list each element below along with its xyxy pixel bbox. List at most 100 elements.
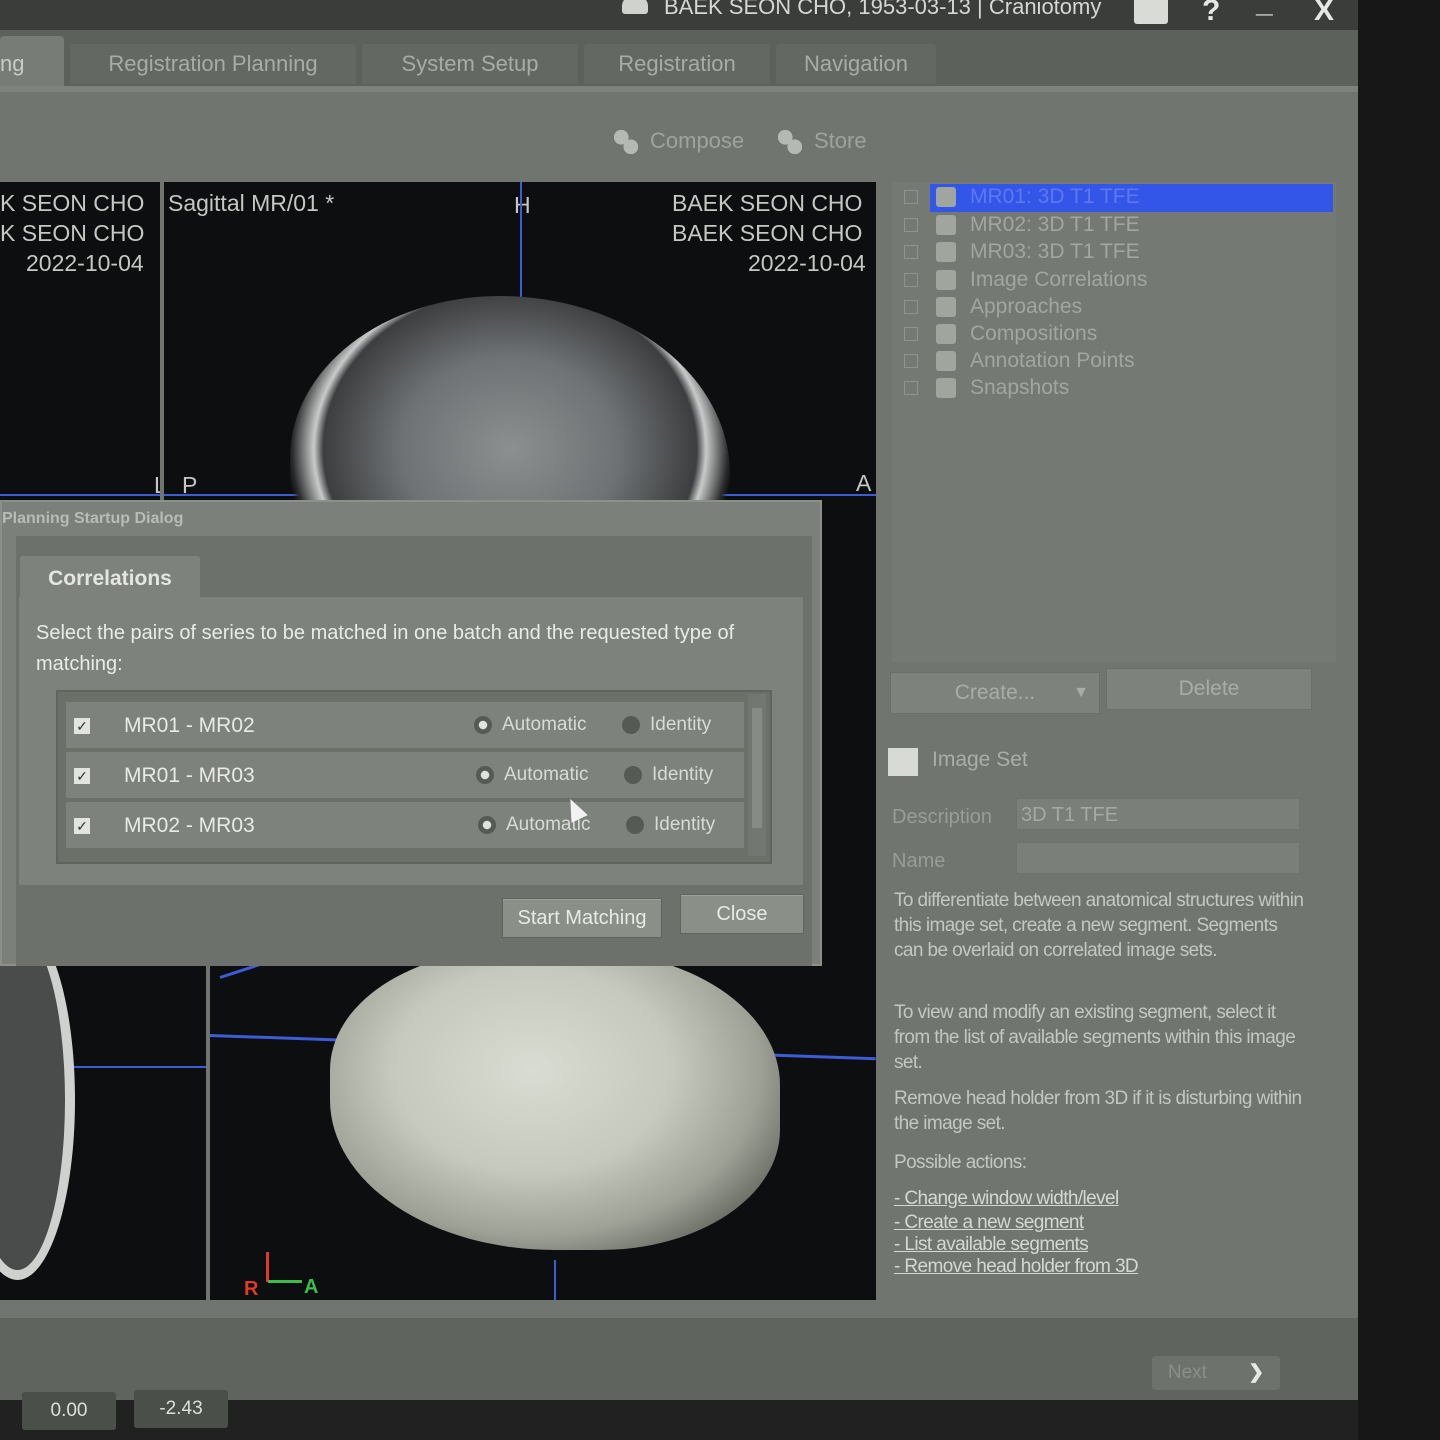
identity-radio[interactable] xyxy=(626,816,644,834)
pair-label: MR01 - MR03 xyxy=(124,764,255,787)
tree-item-mr03[interactable]: MR03: 3D T1 TFE xyxy=(892,239,1336,265)
tree-item-mr02[interactable]: MR02: 3D T1 TFE xyxy=(892,212,1336,238)
help-button[interactable]: ? xyxy=(1202,0,1220,28)
action-link-new-segment[interactable]: - Create a new segment xyxy=(894,1212,1084,1234)
data-tree: MR01: 3D T1 TFE MR02: 3D T1 TFE MR03: 3D… xyxy=(892,182,1336,662)
expand-icon[interactable] xyxy=(904,218,918,232)
expand-icon[interactable] xyxy=(904,327,918,341)
identity-radio[interactable] xyxy=(624,766,642,784)
annotation-icon xyxy=(936,351,956,371)
tree-item-snapshots[interactable]: Snapshots xyxy=(892,375,1336,401)
vp-left-patient-name-2: K SEON CHO xyxy=(0,220,145,246)
close-window-button[interactable]: X xyxy=(1314,0,1334,28)
lock-icon[interactable] xyxy=(1134,0,1168,24)
sagittal-orient-top: H xyxy=(514,192,531,218)
action-link-remove-head-holder[interactable]: - Remove head holder from 3D xyxy=(894,1256,1139,1278)
delete-button[interactable]: Delete xyxy=(1106,668,1312,710)
pair-checkbox[interactable]: ✓ xyxy=(74,718,90,734)
tab-underline xyxy=(0,86,1358,92)
start-matching-button[interactable]: Start Matching xyxy=(502,898,662,938)
mr-series-icon xyxy=(936,215,956,235)
store-button[interactable]: Store xyxy=(778,128,867,155)
automatic-radio[interactable] xyxy=(478,816,496,834)
scroll-thumb[interactable] xyxy=(752,708,762,828)
action-link-text[interactable]: Change window width/level xyxy=(904,1188,1119,1209)
composition-icon xyxy=(936,324,956,344)
tree-item-mr01[interactable]: MR01: 3D T1 TFE xyxy=(892,184,1336,212)
tree-item-compositions[interactable]: Compositions xyxy=(892,321,1336,347)
tab-registration-planning[interactable]: Registration Planning xyxy=(70,44,356,84)
expand-icon[interactable] xyxy=(904,273,918,287)
identity-label: Identity xyxy=(652,764,714,785)
axis-a-label: A xyxy=(304,1276,319,1298)
action-link-text[interactable]: List available segments xyxy=(904,1234,1088,1255)
action-link-window-level[interactable]: - Change window width/level xyxy=(894,1188,1119,1210)
tab-navigation[interactable]: Navigation xyxy=(776,44,936,84)
patient-icon xyxy=(622,0,648,14)
monitor-bezel-right xyxy=(1358,0,1440,1440)
tree-label: Image Correlations xyxy=(970,268,1148,291)
automatic-radio[interactable] xyxy=(474,716,492,734)
patient-name: BAEK SEON CHO, 1953-03-13 xyxy=(664,0,971,19)
name-field[interactable] xyxy=(1016,842,1300,874)
pair-checkbox[interactable]: ✓ xyxy=(74,818,90,834)
close-dialog-button[interactable]: Close xyxy=(680,894,804,934)
tree-item-image-correlations[interactable]: Image Correlations xyxy=(892,267,1336,293)
tree-label: MR02: 3D T1 TFE xyxy=(970,213,1140,236)
identity-radio[interactable] xyxy=(622,716,640,734)
identity-label: Identity xyxy=(654,814,716,835)
correlation-icon xyxy=(936,270,956,290)
viewport-axial[interactable]: K SEON CHO K SEON CHO 2022-10-04 L xyxy=(0,182,160,500)
tree-label: MR03: 3D T1 TFE xyxy=(970,240,1140,263)
tab-correlations[interactable]: Correlations xyxy=(20,556,200,604)
sagittal-date: 2022-10-04 xyxy=(748,250,866,276)
patient-info: BAEK SEON CHO, 1953-03-13 | Craniotomy xyxy=(664,0,1101,20)
tree-item-annotation-points[interactable]: Annotation Points xyxy=(892,348,1336,374)
vp-left-date: 2022-10-04 xyxy=(26,250,144,276)
tab-planning[interactable]: ng xyxy=(0,36,64,92)
dialog-title: Planning Startup Dialog xyxy=(2,510,184,527)
action-link-list-segments[interactable]: - List available segments xyxy=(894,1234,1089,1256)
mr-series-icon xyxy=(936,242,956,262)
pair-checkbox[interactable]: ✓ xyxy=(74,768,90,784)
dialog-message: Select the pairs of series to be matched… xyxy=(36,622,735,675)
sagittal-series-label: Sagittal MR/01 * xyxy=(168,190,335,216)
pair-row[interactable]: ✓ MR02 - MR03 Automatic Identity xyxy=(66,802,744,848)
compose-button[interactable]: Compose xyxy=(614,128,745,155)
possible-actions-label: Possible actions: xyxy=(894,1152,1027,1173)
action-link-text[interactable]: Remove head holder from 3D xyxy=(904,1256,1138,1277)
application-window: BAEK SEON CHO, 1953-03-13 | Craniotomy ?… xyxy=(0,0,1358,1400)
expand-icon[interactable] xyxy=(904,381,918,395)
crosshair-horizontal xyxy=(0,494,160,496)
help-text-modify: To view and modify an existing segment, … xyxy=(894,1002,1296,1073)
compose-label: Compose xyxy=(650,128,745,153)
crosshair-vertical xyxy=(554,1260,556,1300)
automatic-label: Automatic xyxy=(502,714,587,735)
action-link-text[interactable]: Create a new segment xyxy=(904,1212,1084,1233)
sagittal-patient-name: BAEK SEON CHO xyxy=(672,190,863,216)
minimize-button[interactable]: _ xyxy=(1256,0,1273,20)
tab-registration[interactable]: Registration xyxy=(584,44,770,84)
create-dropdown-button[interactable]: Create... ▼ xyxy=(890,672,1100,714)
pair-label: MR01 - MR02 xyxy=(124,714,255,737)
3d-head-rendering xyxy=(330,950,780,1250)
pair-row[interactable]: ✓ MR01 - MR03 Automatic Identity xyxy=(66,752,744,798)
sagittal-orient-right: A xyxy=(856,470,872,496)
store-label: Store xyxy=(814,128,867,153)
expand-icon[interactable] xyxy=(904,300,918,314)
pair-row[interactable]: ✓ MR01 - MR02 Automatic Identity xyxy=(66,702,744,748)
pairs-scrollbar[interactable] xyxy=(748,694,766,856)
tree-label: MR01: 3D T1 TFE xyxy=(970,185,1140,208)
next-button[interactable]: Next ❯ xyxy=(1152,1356,1280,1390)
expand-icon[interactable] xyxy=(904,354,918,368)
expand-icon[interactable] xyxy=(904,190,918,204)
help-text-segments: To differentiate between anatomical stru… xyxy=(894,890,1304,961)
image-set-title: Image Set xyxy=(932,748,1028,771)
help-text-head-holder: Remove head holder from 3D if it is dist… xyxy=(894,1088,1302,1134)
expand-icon[interactable] xyxy=(904,245,918,259)
automatic-radio[interactable] xyxy=(476,766,494,784)
description-label: Description xyxy=(892,806,993,828)
tree-item-approaches[interactable]: Approaches xyxy=(892,294,1336,320)
tab-system-setup[interactable]: System Setup xyxy=(362,44,578,84)
description-field[interactable]: 3D T1 TFE xyxy=(1016,798,1300,830)
